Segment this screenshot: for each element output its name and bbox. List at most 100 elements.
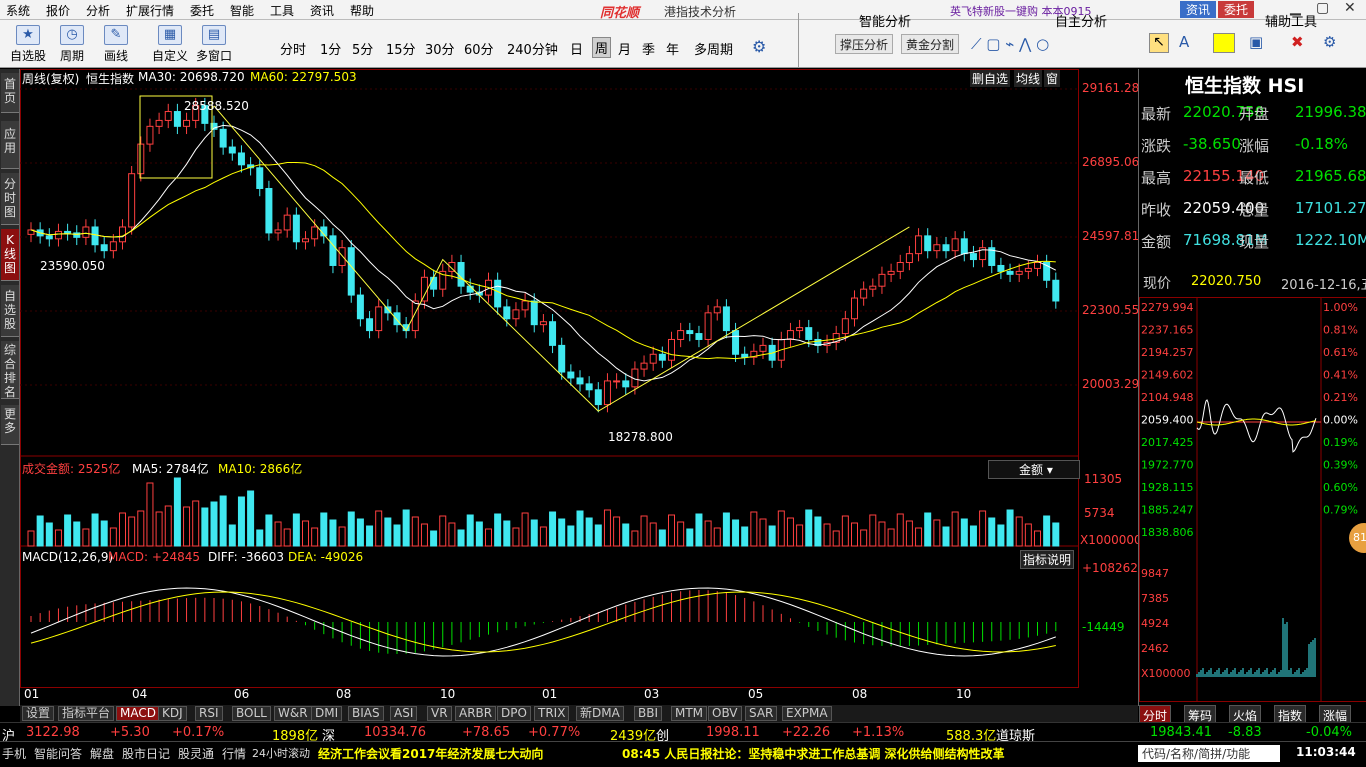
indicator-tab-1[interactable]: 指标平台: [58, 706, 115, 721]
indicator-tab-5[interactable]: BOLL: [232, 706, 271, 721]
period-30m[interactable]: 30分: [425, 39, 455, 58]
line-tool-icon[interactable]: ⟋ ▢ ⌁ ⋀ ○: [971, 35, 1049, 53]
indicator-tab-9[interactable]: ASI: [390, 706, 418, 721]
period-quarter[interactable]: 季: [642, 39, 655, 58]
save-icon[interactable]: ▣: [1249, 33, 1263, 51]
menu-system[interactable]: 系统: [6, 2, 30, 19]
period-week[interactable]: 周: [592, 37, 612, 58]
period-1m[interactable]: 1分: [320, 39, 341, 58]
period-15m[interactable]: 15分: [386, 39, 416, 58]
menu-tools[interactable]: 工具: [270, 2, 294, 19]
tab-home[interactable]: 首页: [1, 73, 19, 113]
quote-tab-4[interactable]: 涨幅: [1319, 705, 1352, 723]
text-tool-icon[interactable]: A: [1179, 33, 1189, 51]
period-timeshare[interactable]: 分时: [280, 39, 306, 58]
kline-svg[interactable]: [20, 69, 1138, 706]
menu-news[interactable]: 资讯: [310, 2, 334, 19]
panel-self-analysis[interactable]: 自主分析: [1055, 11, 1191, 30]
status-diary[interactable]: 股市日记: [122, 745, 170, 762]
settings-gear-icon[interactable]: ⚙: [752, 37, 766, 56]
candle-body-68: [649, 353, 657, 364]
period-month[interactable]: 月: [618, 39, 631, 58]
period-year[interactable]: 年: [666, 39, 679, 58]
indicator-tab-4[interactable]: RSI: [195, 706, 223, 721]
menu-smart[interactable]: 智能: [230, 2, 254, 19]
indicator-tab-3[interactable]: KDJ: [158, 706, 187, 721]
quote-tab-2[interactable]: 火焰: [1229, 705, 1262, 723]
tab-ranking[interactable]: 综合排名: [1, 341, 19, 399]
indicator-tab-16[interactable]: MTM: [671, 706, 708, 721]
news-headline-1[interactable]: 经济工作会议看2017年经济发展七大动向: [318, 745, 543, 762]
quote-tab-0[interactable]: 分时: [1139, 705, 1172, 723]
indicator-tab-8[interactable]: BIAS: [348, 706, 384, 721]
menu-help[interactable]: 帮助: [350, 2, 374, 19]
indicator-tab-19[interactable]: EXPMA: [782, 706, 832, 721]
ma-button[interactable]: 均线: [1014, 70, 1043, 87]
indicator-tab-12[interactable]: DPO: [497, 706, 531, 721]
period-60m[interactable]: 60分: [464, 39, 494, 58]
news-headline-2[interactable]: 08:45 人民日报社论：坚持稳中求进工作总基调 深化供给侧结构性改革: [622, 745, 1005, 762]
remove-watchlist-button[interactable]: 删自选: [970, 70, 1011, 87]
cursor-icon[interactable]: ↖: [1149, 33, 1169, 53]
candle-body-84: [796, 327, 804, 332]
period-multi[interactable]: 多周期: [694, 39, 733, 58]
idx-dj-value[interactable]: 19843.41: [1150, 725, 1212, 740]
volume-bar-23: [237, 496, 245, 547]
status-qa[interactable]: 智能问答: [34, 745, 82, 762]
menu-trade[interactable]: 委托: [190, 2, 214, 19]
tab-kline[interactable]: K线图: [1, 229, 19, 281]
kline-chart-area[interactable]: 周线(复权) 恒生指数 MA30: 20698.720 MA60: 22797.…: [20, 69, 1142, 706]
indicator-tab-13[interactable]: TRIX: [534, 706, 570, 721]
indicator-tab-6[interactable]: W&R: [274, 706, 312, 721]
support-pressure-button[interactable]: 撑压分析: [835, 34, 894, 54]
watchlist-button[interactable]: ★ 自选股: [6, 22, 50, 64]
indicator-tab-11[interactable]: ARBR: [455, 706, 497, 721]
period-240m[interactable]: 240分钟: [507, 39, 558, 58]
tab-more[interactable]: 更多: [1, 405, 19, 445]
intraday-chart[interactable]: 2279.994 2237.165 2194.257 2149.602 2104.948…: [1139, 297, 1366, 702]
custom-button[interactable]: ▦ 自定义: [148, 22, 192, 64]
delete-icon[interactable]: ✖: [1291, 33, 1304, 51]
idx-sh-value[interactable]: 3122.98: [26, 725, 80, 740]
panel-aux-tools[interactable]: 辅助工具: [1265, 11, 1366, 30]
volume-selector[interactable]: 金额 ▾: [988, 460, 1080, 479]
indicator-tab-7[interactable]: DMI: [311, 706, 343, 721]
status-analysis[interactable]: 解盘: [90, 745, 114, 762]
candle-body-99: [933, 244, 941, 252]
golden-section-button[interactable]: 黄金分割: [901, 34, 960, 54]
panel-smart-analysis[interactable]: 智能分析: [859, 11, 995, 30]
period-5m[interactable]: 5分: [352, 39, 373, 58]
tab-watchlist[interactable]: 自选股: [1, 285, 19, 337]
tab-apps[interactable]: 应用: [1, 121, 19, 169]
code-search-input[interactable]: 代码/名称/简拼/功能: [1138, 745, 1280, 762]
indicator-tab-15[interactable]: BBI: [634, 706, 663, 721]
indicator-tab-17[interactable]: OBV: [708, 706, 742, 721]
menu-extended[interactable]: 扩展行情: [126, 2, 174, 19]
indicator-tab-0[interactable]: 设置: [22, 706, 55, 721]
multi-window-button[interactable]: ▤ 多窗口: [192, 22, 236, 64]
tool-settings-icon[interactable]: ⚙: [1323, 33, 1336, 51]
idx-sz-value[interactable]: 10334.76: [364, 725, 426, 740]
indicator-tab-18[interactable]: SAR: [745, 706, 778, 721]
color-picker-icon[interactable]: [1213, 33, 1235, 53]
draw-button[interactable]: ✎ 画线: [94, 22, 138, 64]
indicator-help-button[interactable]: 指标说明: [1020, 550, 1075, 569]
menu-analysis[interactable]: 分析: [86, 2, 110, 19]
status-market[interactable]: 行情: [222, 745, 246, 762]
idx-cy-value[interactable]: 1998.11: [706, 725, 760, 740]
period-day[interactable]: 日: [570, 39, 583, 58]
menu-quote[interactable]: 报价: [46, 2, 70, 19]
indicator-tab-10[interactable]: VR: [427, 706, 452, 721]
quote-tab-1[interactable]: 筹码: [1184, 705, 1217, 723]
quote-tab-3[interactable]: 指数: [1274, 705, 1307, 723]
toolbar: ★ 自选股 ◷ 周期 ✎ 画线 ▦ 自定义 ▤ 多窗口 分时 1分 5分 15分 30分 …: [0, 13, 1366, 68]
status-mobile[interactable]: 手机: [2, 745, 26, 762]
indicator-tab-14[interactable]: 新DMA: [576, 706, 624, 721]
candle-body-47: [457, 262, 465, 287]
period-button[interactable]: ◷ 周期: [50, 22, 94, 64]
indicator-tab-2[interactable]: MACD: [116, 706, 160, 721]
status-stock-spirit[interactable]: 股灵通: [178, 745, 214, 762]
tab-timeshare[interactable]: 分时图: [1, 173, 19, 225]
window-button[interactable]: 窗: [1044, 70, 1061, 87]
status-24h[interactable]: 24小时滚动: [252, 745, 310, 761]
